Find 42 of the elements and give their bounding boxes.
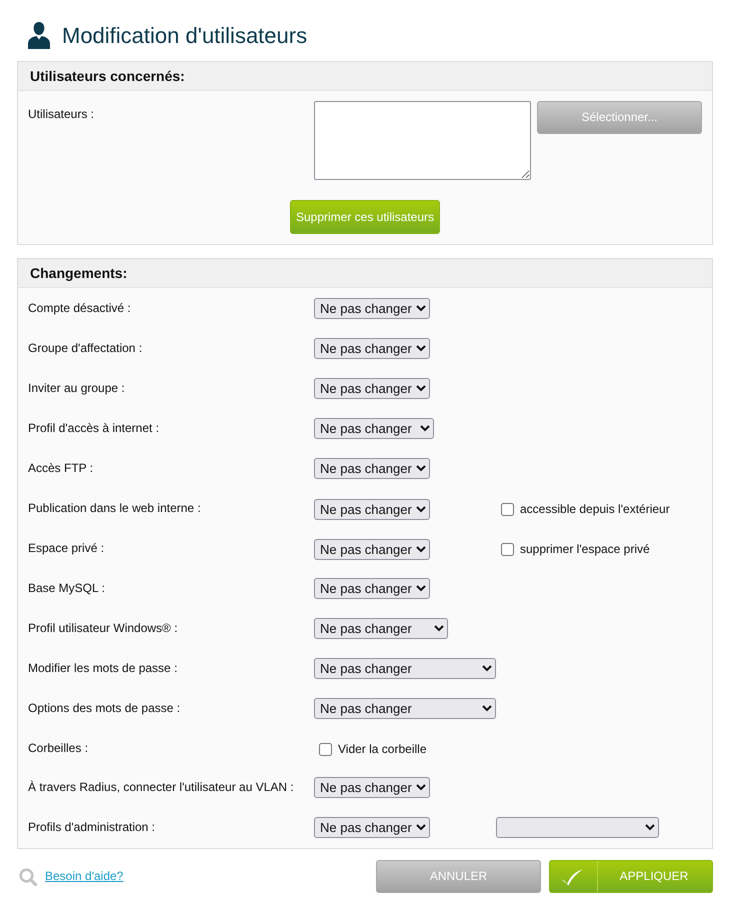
field-label: Base MySQL : — [28, 580, 106, 596]
checkbox-label: supprimer l'espace privé — [520, 542, 650, 557]
checkbox[interactable] — [319, 743, 332, 756]
page-title: Modification d'utilisateurs — [62, 22, 308, 48]
dropdown[interactable]: Ne pas changer — [314, 298, 430, 319]
user-icon — [28, 22, 50, 49]
dropdown[interactable]: Ne pas changer — [314, 698, 496, 719]
field-label: Modifier les mots de passe : — [28, 660, 178, 676]
search-icon — [19, 868, 37, 886]
field-label: Inviter au groupe : — [28, 380, 126, 396]
dropdown[interactable]: Ne pas changer — [314, 418, 434, 439]
dropdown[interactable]: Ne pas changer — [314, 458, 430, 479]
field-label: Corbeilles : — [28, 740, 90, 756]
checkbox[interactable] — [501, 543, 514, 556]
field-label: Profils d'administration : — [28, 819, 156, 835]
field-label: Publication dans le web interne : — [28, 500, 202, 516]
checkbox-label: Vider la corbeille — [338, 742, 426, 757]
field-label: Espace privé : — [28, 540, 106, 556]
checkbox-label: accessible depuis l'extérieur — [520, 502, 670, 517]
dropdown[interactable]: Ne pas changer — [314, 658, 496, 679]
field-label: Compte désactivé : — [28, 300, 132, 316]
users-field[interactable] — [314, 101, 531, 180]
dropdown[interactable]: Ne pas changer — [314, 538, 430, 560]
dropdown[interactable]: Ne pas changer — [314, 498, 430, 520]
dropdown[interactable]: Ne pas changer — [314, 578, 430, 599]
dropdown[interactable]: Ne pas changer — [314, 378, 430, 399]
dropdown[interactable]: Ne pas changer — [314, 338, 430, 359]
field-label: À travers Radius, connecter l'utilisateur au VLAN : — [28, 779, 295, 795]
field-label: Utilisateurs : — [28, 106, 96, 122]
dropdown[interactable]: Ne pas changer — [314, 777, 430, 798]
dropdown[interactable] — [496, 817, 659, 838]
field-label: Profil d'accès à internet : — [28, 420, 160, 436]
field-label: Options des mots de passe : — [28, 700, 182, 716]
field-label: Accès FTP : — [28, 460, 94, 476]
dropdown[interactable]: Ne pas changer — [314, 618, 448, 639]
field-label: Groupe d'affectation : — [28, 340, 144, 356]
check-icon — [560, 868, 584, 886]
section-title: Utilisateurs concernés: — [18, 62, 712, 91]
section-title: Changements: — [18, 259, 712, 288]
field-label: Profil utilisateur Windows® : — [28, 620, 179, 636]
checkbox[interactable] — [501, 503, 514, 516]
dropdown[interactable]: Ne pas changer — [314, 817, 430, 838]
